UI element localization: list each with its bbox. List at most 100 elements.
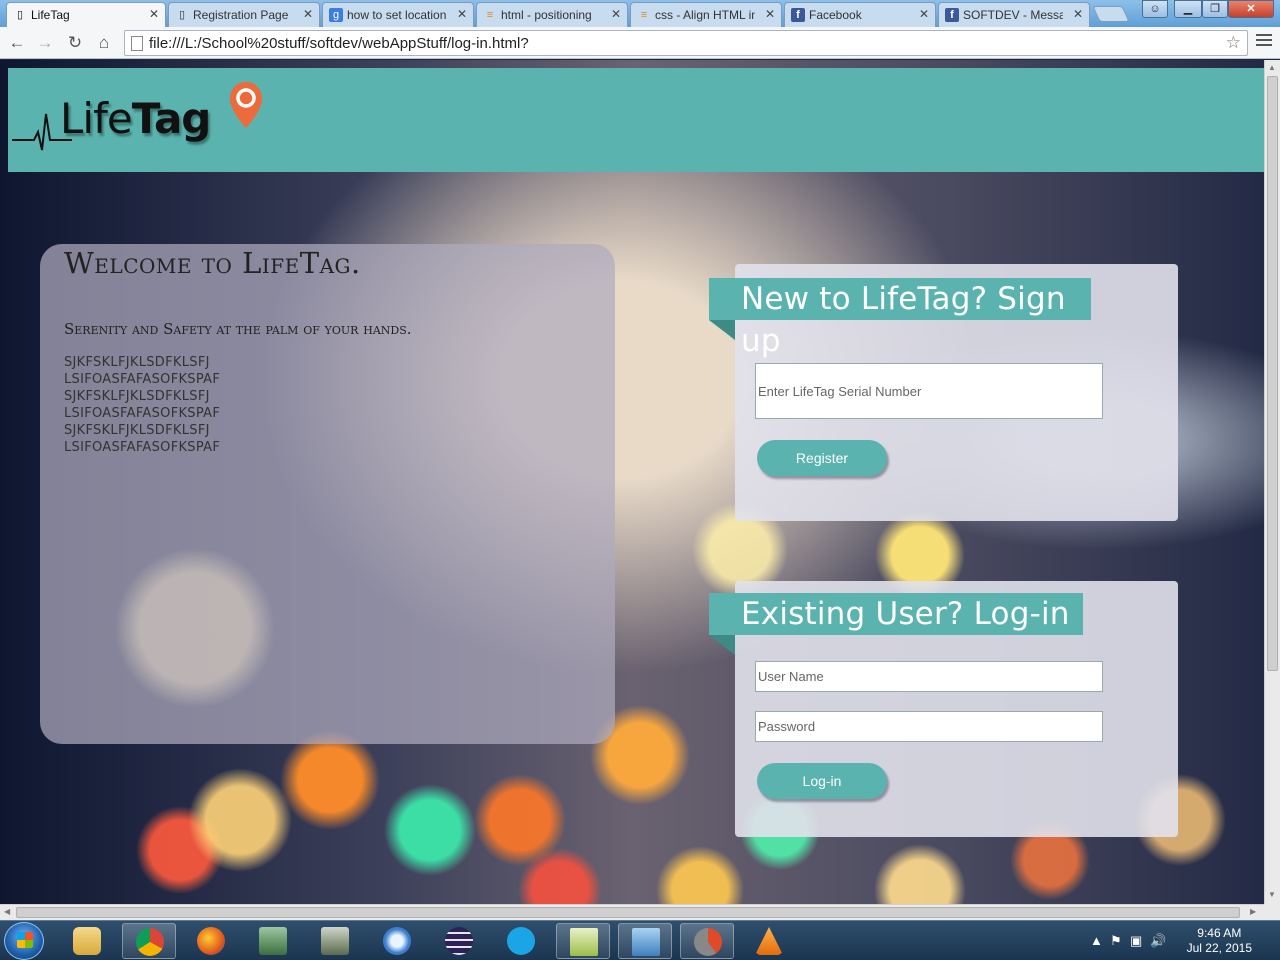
hardware-icon[interactable] <box>308 923 362 959</box>
logo-text: LifeTag <box>60 94 211 143</box>
tab-facebook[interactable]: f Facebook ✕ <box>784 2 936 27</box>
body-line: SJKFSKLFJKLSDFKLSFJ <box>64 423 210 438</box>
vertical-scroll-thumb[interactable] <box>1267 76 1278 671</box>
tab-html-positioning[interactable]: ≡ html - positioning ✕ <box>476 2 628 27</box>
body-line: SJKFSKLFJKLSDFKLSFJ <box>64 355 210 370</box>
notepad-icon[interactable] <box>556 923 610 959</box>
serial-number-input[interactable] <box>755 363 1103 419</box>
facebook-icon: f <box>791 8 805 22</box>
signup-heading: New to LifeTag? Sign up <box>709 278 1091 359</box>
tab-google-search[interactable]: g how to set location ✕ <box>322 2 474 27</box>
windows-logo-icon <box>17 932 33 948</box>
stackoverflow-icon: ≡ <box>486 9 494 21</box>
welcome-title: Welcome to LifeTag. <box>64 246 361 280</box>
tab-label: how to set location <box>347 8 447 22</box>
horizontal-scroll-thumb[interactable] <box>16 907 1240 918</box>
login-heading: Existing User? Log-in <box>709 593 1083 655</box>
firefox-icon[interactable] <box>184 923 238 959</box>
eclipse-icon[interactable] <box>432 923 486 959</box>
page-icon <box>131 36 143 51</box>
network-app-icon[interactable] <box>370 923 424 959</box>
url-text: file:///L:/School%20stuff/softdev/webApp… <box>149 35 529 52</box>
skype-icon[interactable] <box>494 923 548 959</box>
vertical-scrollbar[interactable]: ▲ ▼ <box>1264 60 1280 904</box>
page-icon: ▯ <box>16 9 24 21</box>
tab-css-align[interactable]: ≡ css - Align HTML in ✕ <box>630 2 782 27</box>
tab-label: css - Align HTML in <box>655 8 755 22</box>
tab-label: html - positioning <box>501 8 592 22</box>
close-tab-icon[interactable]: ✕ <box>765 7 775 21</box>
chrome-menu-icon[interactable] <box>1256 34 1272 50</box>
stackoverflow-icon: ≡ <box>640 9 648 21</box>
new-tab-button[interactable] <box>1092 6 1130 22</box>
close-tab-icon[interactable]: ✕ <box>1073 7 1083 21</box>
tab-label: SOFTDEV - Messag <box>963 8 1063 22</box>
clock-time: 9:46 AM <box>1197 926 1242 940</box>
app-ring-icon[interactable] <box>680 923 734 959</box>
flag-icon[interactable]: ⚑ <box>1110 933 1122 949</box>
system-tray: ▲ ⚑ ▣ 🔊 9:46 AM Jul 22, 2015 <box>1080 921 1280 960</box>
photo-viewer-icon[interactable] <box>618 923 672 959</box>
signup-card: New to LifeTag? Sign up Register <box>709 264 1178 521</box>
site-header: LifeTag <box>8 68 1264 172</box>
volume-icon[interactable]: 🔊 <box>1150 933 1166 949</box>
login-button[interactable]: Log-in <box>757 763 887 799</box>
username-input[interactable] <box>755 661 1103 692</box>
scrollbar-corner <box>1264 904 1280 920</box>
forward-arrow-icon[interactable]: → <box>34 32 56 54</box>
scroll-right-arrow-icon[interactable]: ▶ <box>1250 907 1256 916</box>
system-monitor-icon[interactable] <box>246 923 300 959</box>
scroll-down-arrow-icon[interactable]: ▼ <box>1268 890 1276 899</box>
close-tab-icon[interactable]: ✕ <box>149 7 159 21</box>
body-line: LSIFOASFAFASOFKSPAF <box>64 406 221 421</box>
clock-date: Jul 22, 2015 <box>1186 941 1252 955</box>
close-tab-icon[interactable]: ✕ <box>457 7 467 21</box>
register-button[interactable]: Register <box>757 440 887 476</box>
minimize-button[interactable]: ▁ <box>1174 0 1202 18</box>
user-profile-button[interactable]: ☺ <box>1142 0 1168 18</box>
windows-taskbar: ▲ ⚑ ▣ 🔊 9:46 AM Jul 22, 2015 <box>0 920 1280 960</box>
browser-tab-strip: ▯ LifeTag ✕ ▯ Registration Page ✕ g how … <box>0 0 1280 28</box>
file-explorer-icon[interactable] <box>60 923 114 959</box>
maximize-button[interactable]: ❐ <box>1202 0 1228 18</box>
body-line: LSIFOASFAFASOFKSPAF <box>64 440 221 455</box>
network-icon[interactable]: ▣ <box>1130 933 1142 949</box>
welcome-body-text: SJKFSKLFJKLSDFKLSFJ LSIFOASFAFASOFKSPAF … <box>64 354 220 456</box>
page-icon: ▯ <box>178 9 186 21</box>
login-card: Existing User? Log-in Log-in <box>709 581 1178 837</box>
bookmark-star-icon[interactable]: ☆ <box>1226 33 1241 53</box>
horizontal-scrollbar[interactable]: ◀ ▶ <box>0 904 1264 920</box>
browser-toolbar: ← → ↻ ⌂ file:///L:/School%20stuff/softde… <box>0 27 1280 59</box>
show-hidden-icons-icon[interactable]: ▲ <box>1090 933 1103 948</box>
body-line: LSIFOASFAFASOFKSPAF <box>64 372 221 387</box>
welcome-panel: Welcome to LifeTag. Serenity and Safety … <box>40 244 615 744</box>
address-bar[interactable]: file:///L:/School%20stuff/softdev/webApp… <box>124 30 1248 56</box>
close-window-button[interactable]: ✕ <box>1228 0 1274 18</box>
page-viewport: LifeTag Welcome to LifeTag. Serenity and… <box>0 60 1264 904</box>
back-arrow-icon[interactable]: ← <box>6 32 28 54</box>
password-input[interactable] <box>755 711 1103 742</box>
tab-lifetag[interactable]: ▯ LifeTag ✕ <box>6 2 166 28</box>
tab-label: LifeTag <box>31 8 70 22</box>
facebook-icon: f <box>945 8 959 22</box>
welcome-subtitle: Serenity and Safety at the palm of your … <box>64 320 412 338</box>
scroll-left-arrow-icon[interactable]: ◀ <box>4 907 10 916</box>
close-tab-icon[interactable]: ✕ <box>303 7 313 21</box>
chrome-icon[interactable] <box>122 923 176 959</box>
clock[interactable]: 9:46 AM Jul 22, 2015 <box>1187 926 1252 956</box>
body-line: SJKFSKLFJKLSDFKLSFJ <box>64 389 210 404</box>
tab-registration-page[interactable]: ▯ Registration Page ✕ <box>168 2 320 27</box>
close-tab-icon[interactable]: ✕ <box>611 7 621 21</box>
tab-label: Registration Page <box>193 8 289 22</box>
google-icon: g <box>329 8 343 22</box>
close-tab-icon[interactable]: ✕ <box>919 7 929 21</box>
home-icon[interactable]: ⌂ <box>93 32 115 54</box>
start-button[interactable] <box>4 922 44 960</box>
scroll-up-arrow-icon[interactable]: ▲ <box>1268 63 1276 72</box>
vlc-icon[interactable] <box>742 923 796 959</box>
reload-icon[interactable]: ↻ <box>64 32 86 54</box>
location-pin-icon <box>230 82 262 128</box>
tab-softdev-messages[interactable]: f SOFTDEV - Messag ✕ <box>938 2 1090 27</box>
lifetag-logo[interactable]: LifeTag <box>12 82 272 162</box>
tab-label: Facebook <box>809 8 862 22</box>
